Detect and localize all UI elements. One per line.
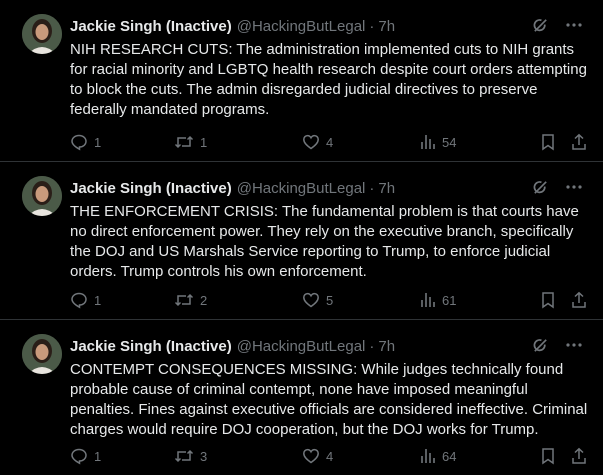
tweet-text: CONTEMPT CONSEQUENCES MISSING: While jud… <box>70 361 588 438</box>
views-icon <box>421 293 435 307</box>
tweet-header: Jackie Singh (Inactive) @HackingButLegal… <box>70 16 583 36</box>
more-icon[interactable] <box>565 178 583 196</box>
bookmark-button[interactable] <box>540 132 556 152</box>
like-button[interactable]: 4 <box>302 132 333 152</box>
reply-button[interactable]: 1 <box>70 132 101 152</box>
tweet[interactable]: Jackie Singh (Inactive) @HackingButLegal… <box>0 320 603 475</box>
grok-icon[interactable] <box>532 17 549 34</box>
repost-button[interactable]: 1 <box>174 132 207 152</box>
view-count: 64 <box>442 448 457 464</box>
author-name[interactable]: Jackie Singh (Inactive) <box>70 180 232 197</box>
views-button[interactable]: 54 <box>420 132 456 152</box>
tweet-header: Jackie Singh (Inactive) @HackingButLegal… <box>70 178 583 198</box>
bookmark-icon <box>542 134 554 151</box>
views-icon <box>421 449 435 463</box>
reply-count: 1 <box>94 292 102 308</box>
like-count: 5 <box>326 292 334 308</box>
tweet-actions: 1 1 4 54 <box>70 132 587 152</box>
timestamp[interactable]: 7h <box>378 180 395 197</box>
view-count: 54 <box>442 134 457 150</box>
views-button[interactable]: 64 <box>420 446 456 466</box>
share-icon <box>572 133 586 150</box>
heart-icon <box>303 448 319 464</box>
author-handle[interactable]: @HackingButLegal <box>237 180 366 197</box>
bookmark-button[interactable] <box>540 290 556 310</box>
share-button[interactable] <box>570 290 588 310</box>
reply-count: 1 <box>94 448 102 464</box>
like-button[interactable]: 5 <box>302 290 333 310</box>
views-button[interactable]: 61 <box>420 290 456 310</box>
heart-icon <box>303 292 319 308</box>
separator: · <box>369 17 375 35</box>
timestamp[interactable]: 7h <box>378 338 395 355</box>
separator: · <box>369 337 375 355</box>
avatar[interactable] <box>22 176 62 216</box>
avatar[interactable] <box>22 334 62 374</box>
repost-icon <box>174 449 194 463</box>
tweet-actions: 1 3 4 64 <box>70 446 587 466</box>
author-name[interactable]: Jackie Singh (Inactive) <box>70 338 232 355</box>
more-icon[interactable] <box>565 16 583 34</box>
timestamp[interactable]: 7h <box>378 18 395 35</box>
author-handle[interactable]: @HackingButLegal <box>237 18 366 35</box>
repost-icon <box>174 135 194 149</box>
tweet-header: Jackie Singh (Inactive) @HackingButLegal… <box>70 336 583 356</box>
bookmark-icon <box>542 292 554 309</box>
bookmark-button[interactable] <box>540 446 556 466</box>
like-count: 4 <box>326 134 334 150</box>
reply-icon <box>71 292 87 309</box>
tweet[interactable]: Jackie Singh (Inactive) @HackingButLegal… <box>0 0 603 162</box>
view-count: 61 <box>442 292 457 308</box>
repost-icon <box>174 293 194 307</box>
tweet-feed: Jackie Singh (Inactive) @HackingButLegal… <box>0 0 603 475</box>
reply-button[interactable]: 1 <box>70 446 101 466</box>
author-handle[interactable]: @HackingButLegal <box>237 338 366 355</box>
reply-button[interactable]: 1 <box>70 290 101 310</box>
reply-count: 1 <box>94 134 102 150</box>
reply-icon <box>71 134 87 151</box>
repost-button[interactable]: 3 <box>174 446 207 466</box>
tweet-text: NIH RESEARCH CUTS: The administration im… <box>70 41 587 118</box>
tweet[interactable]: Jackie Singh (Inactive) @HackingButLegal… <box>0 162 603 320</box>
repost-count: 2 <box>200 292 208 308</box>
author-name[interactable]: Jackie Singh (Inactive) <box>70 18 232 35</box>
grok-icon[interactable] <box>532 337 549 354</box>
bookmark-icon <box>542 448 554 465</box>
grok-icon[interactable] <box>532 179 549 196</box>
views-icon <box>421 135 435 149</box>
share-icon <box>572 291 586 308</box>
repost-button[interactable]: 2 <box>174 290 207 310</box>
heart-icon <box>303 134 319 150</box>
tweet-actions: 1 2 5 61 <box>70 290 587 310</box>
more-icon[interactable] <box>565 336 583 354</box>
reply-icon <box>71 448 87 465</box>
share-button[interactable] <box>570 446 588 466</box>
share-icon <box>572 447 586 464</box>
separator: · <box>369 179 375 197</box>
repost-count: 1 <box>200 134 208 150</box>
like-button[interactable]: 4 <box>302 446 333 466</box>
avatar[interactable] <box>22 14 62 54</box>
share-button[interactable] <box>570 132 588 152</box>
like-count: 4 <box>326 448 334 464</box>
tweet-text: THE ENFORCEMENT CRISIS: The fundamental … <box>70 203 579 280</box>
repost-count: 3 <box>200 448 208 464</box>
